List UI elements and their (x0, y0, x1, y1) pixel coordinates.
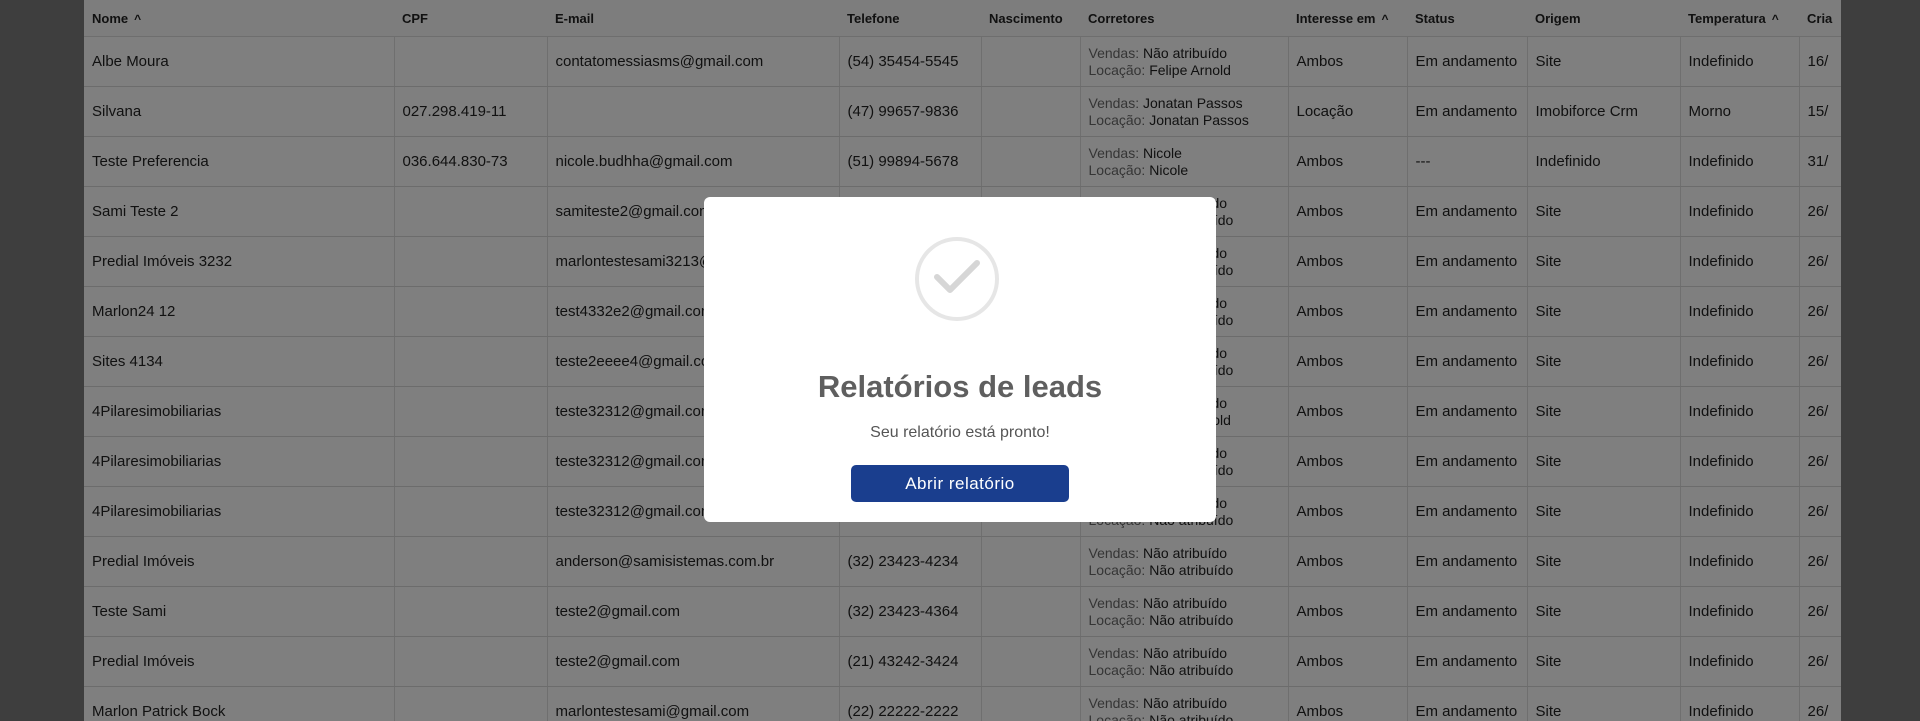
modal-message: Seu relatório está pronto! (870, 424, 1050, 441)
open-report-button[interactable]: Abrir relatório (851, 465, 1069, 502)
check-icon (915, 237, 999, 321)
modal-title: Relatórios de leads (817, 369, 1103, 404)
report-ready-modal: Relatórios de leads Seu relatório está p… (704, 197, 1216, 522)
